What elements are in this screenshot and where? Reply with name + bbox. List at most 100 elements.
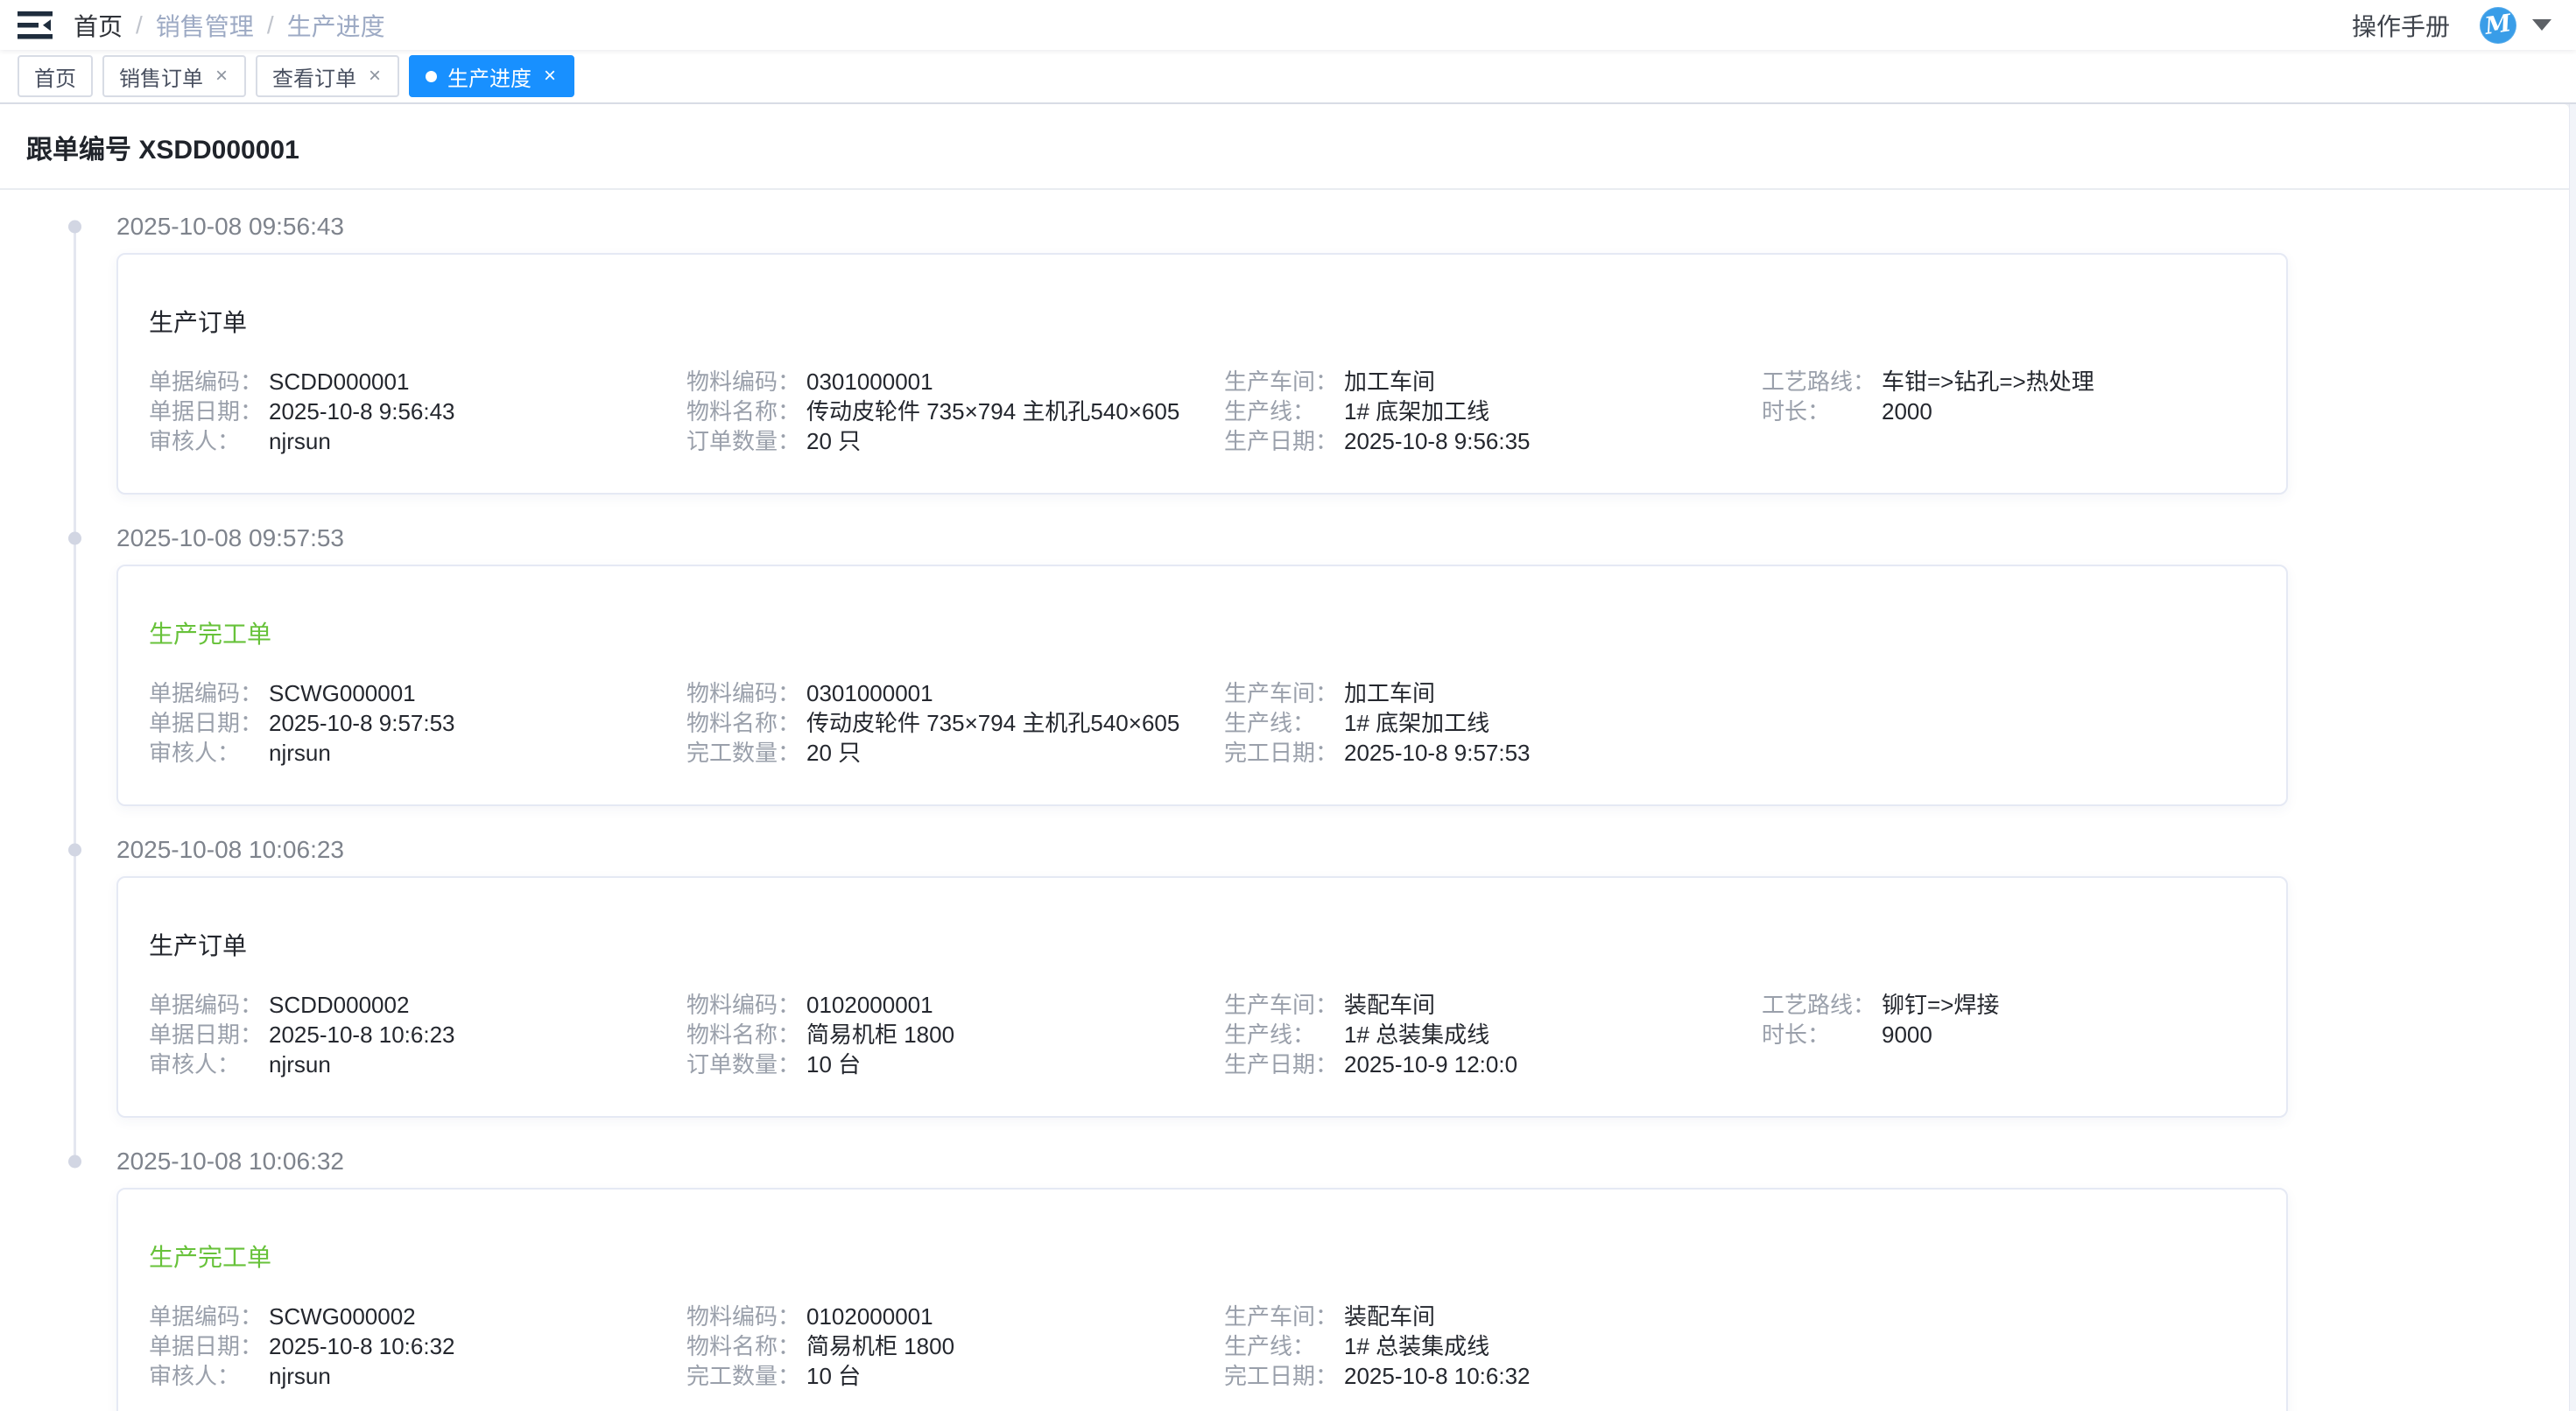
field-row: 完工数量： 20 只 [686, 738, 1224, 768]
field-value: 2025-10-8 9:56:43 [269, 397, 455, 426]
order-card-column: 生产车间： 加工车间 生产线： 1# 底架加工线 生产日期： 2025-10-8… [1224, 367, 1762, 456]
field-label: 物料名称： [686, 708, 806, 738]
field-label: 完工日期： [1224, 1361, 1344, 1391]
field-row: 物料编码： 0102000001 [686, 990, 1224, 1020]
timeline-item: 2025-10-08 10:06:23 生产订单 单据编码： SCDD00000… [0, 832, 2569, 1118]
field-label: 审核人： [149, 1049, 269, 1079]
field-label: 单据编码： [149, 367, 269, 397]
breadcrumb-separator: / [136, 11, 143, 39]
field-value: 0102000001 [806, 990, 933, 1020]
order-card-grid: 单据编码： SCDD000001 单据日期： 2025-10-8 9:56:43… [149, 367, 2256, 456]
field-value: 传动皮轮件 735×794 主机孔540×605 [806, 708, 1179, 738]
field-value: 2025-10-8 10:6:32 [1344, 1361, 1531, 1391]
field-value: 1# 底架加工线 [1344, 708, 1489, 738]
order-card-column: 工艺路线： 铆钉=>焊接 时长： 9000 [1762, 990, 2256, 1079]
field-row: 物料名称： 简易机柜 1800 [686, 1331, 1224, 1361]
content-panel: 跟单编号 XSDD000001 2025-10-08 09:56:43 生产订单… [0, 104, 2569, 1411]
order-card: 生产完工单 单据编码： SCWG000002 单据日期： 2025-10-8 1… [116, 1188, 2288, 1411]
field-label: 物料名称： [686, 1020, 806, 1049]
timeline-item-header: 2025-10-08 10:06:32 [0, 1144, 2569, 1179]
order-card-column: 生产车间： 装配车间 生产线： 1# 总装集成线 生产日期： 2025-10-9… [1224, 990, 1762, 1079]
order-card: 生产订单 单据编码： SCDD000002 单据日期： 2025-10-8 10… [116, 876, 2288, 1118]
field-row: 审核人： njrsun [149, 426, 686, 456]
page-title: 跟单编号 XSDD000001 [0, 104, 2569, 190]
timeline-timestamp: 2025-10-08 09:57:53 [116, 524, 344, 552]
field-label: 订单数量： [686, 1049, 806, 1079]
field-row: 审核人： njrsun [149, 1049, 686, 1079]
manual-link[interactable]: 操作手册 [2352, 8, 2450, 43]
field-row: 物料名称： 简易机柜 1800 [686, 1020, 1224, 1049]
tab[interactable]: 销售订单 × [102, 55, 246, 97]
field-row: 工艺路线： 车钳=>钻孔=>热处理 [1762, 367, 2256, 397]
tab-close-icon[interactable]: × [367, 66, 383, 87]
field-value: 2000 [1882, 397, 1932, 426]
field-label: 完工数量： [686, 1361, 806, 1391]
breadcrumb-item-current: 生产进度 [287, 8, 385, 43]
field-value: njrsun [269, 426, 331, 456]
field-value: 简易机柜 1800 [806, 1331, 954, 1361]
field-label: 订单数量： [686, 426, 806, 456]
timeline-timestamp: 2025-10-08 10:06:23 [116, 836, 344, 864]
field-label: 物料编码： [686, 367, 806, 397]
field-row: 审核人： njrsun [149, 1361, 686, 1391]
tab-close-icon[interactable]: × [214, 66, 229, 87]
field-row: 工艺路线： 铆钉=>焊接 [1762, 990, 2256, 1020]
field-value: SCWG000001 [269, 678, 416, 708]
breadcrumb-separator: / [267, 11, 274, 39]
order-card-column: 单据编码： SCWG000001 单据日期： 2025-10-8 9:57:53… [149, 678, 686, 768]
field-value: 装配车间 [1344, 990, 1435, 1020]
field-row: 生产日期： 2025-10-8 9:56:35 [1224, 426, 1762, 456]
field-row: 生产车间： 加工车间 [1224, 367, 1762, 397]
field-row: 单据日期： 2025-10-8 9:56:43 [149, 397, 686, 426]
field-label: 时长： [1762, 1020, 1882, 1049]
order-card-title: 生产订单 [149, 927, 2256, 962]
field-value: 10 台 [806, 1049, 861, 1079]
field-row: 物料编码： 0301000001 [686, 678, 1224, 708]
field-label: 单据编码： [149, 678, 269, 708]
timeline-item: 2025-10-08 09:56:43 生产订单 单据编码： SCDD00000… [0, 209, 2569, 495]
field-value: SCDD000002 [269, 990, 409, 1020]
avatar-dropdown-caret-icon[interactable] [2532, 19, 2551, 31]
field-value: 装配车间 [1344, 1302, 1435, 1331]
field-row: 单据编码： SCWG000002 [149, 1302, 686, 1331]
tab[interactable]: 首页 [18, 55, 93, 97]
field-row: 物料名称： 传动皮轮件 735×794 主机孔540×605 [686, 708, 1224, 738]
field-value: 铆钉=>焊接 [1882, 990, 1999, 1020]
field-label: 工艺路线： [1762, 990, 1882, 1020]
timeline-dot-icon [68, 221, 81, 234]
field-row: 生产线： 1# 总装集成线 [1224, 1331, 1762, 1361]
field-label: 单据编码： [149, 1302, 269, 1331]
timeline-item-header: 2025-10-08 09:57:53 [0, 521, 2569, 556]
timeline-item-header: 2025-10-08 09:56:43 [0, 209, 2569, 244]
tab-close-icon[interactable]: × [542, 66, 558, 87]
tab[interactable]: 查看订单 × [256, 55, 399, 97]
field-label: 生产车间： [1224, 367, 1344, 397]
field-label: 物料编码： [686, 990, 806, 1020]
field-value: SCWG000002 [269, 1302, 416, 1331]
user-avatar[interactable]: M [2480, 7, 2516, 44]
field-row: 完工数量： 10 台 [686, 1361, 1224, 1391]
field-label: 生产日期： [1224, 426, 1344, 456]
order-card-column: 单据编码： SCDD000001 单据日期： 2025-10-8 9:56:43… [149, 367, 686, 456]
order-card-grid: 单据编码： SCDD000002 单据日期： 2025-10-8 10:6:23… [149, 990, 2256, 1079]
vertical-scrollbar[interactable] [2569, 104, 2576, 1411]
sidebar-toggle-hamburger-icon[interactable] [18, 10, 53, 41]
timeline-timestamp: 2025-10-08 10:06:32 [116, 1148, 344, 1176]
field-value: 10 台 [806, 1361, 861, 1391]
breadcrumb: 首页 / 销售管理 / 生产进度 [74, 8, 385, 43]
field-label: 审核人： [149, 738, 269, 768]
order-card-column: 物料编码： 0102000001 物料名称： 简易机柜 1800 完工数量： 1… [686, 1302, 1224, 1391]
order-card-column: 物料编码： 0301000001 物料名称： 传动皮轮件 735×794 主机孔… [686, 367, 1224, 456]
tab[interactable]: 生产进度 × [409, 55, 574, 97]
tab-label: 销售订单 [119, 61, 203, 92]
field-value: njrsun [269, 1361, 331, 1391]
field-value: 1# 总装集成线 [1344, 1020, 1489, 1049]
field-value: 1# 总装集成线 [1344, 1331, 1489, 1361]
field-label: 完工日期： [1224, 738, 1344, 768]
field-value: 2025-10-8 9:57:53 [269, 708, 455, 738]
field-value: 20 只 [806, 426, 861, 456]
breadcrumb-item-home[interactable]: 首页 [74, 8, 123, 43]
timeline-item: 2025-10-08 09:57:53 生产完工单 单据编码： SCWG0000… [0, 521, 2569, 806]
field-label: 单据日期： [149, 1331, 269, 1361]
field-row: 时长： 2000 [1762, 397, 2256, 426]
